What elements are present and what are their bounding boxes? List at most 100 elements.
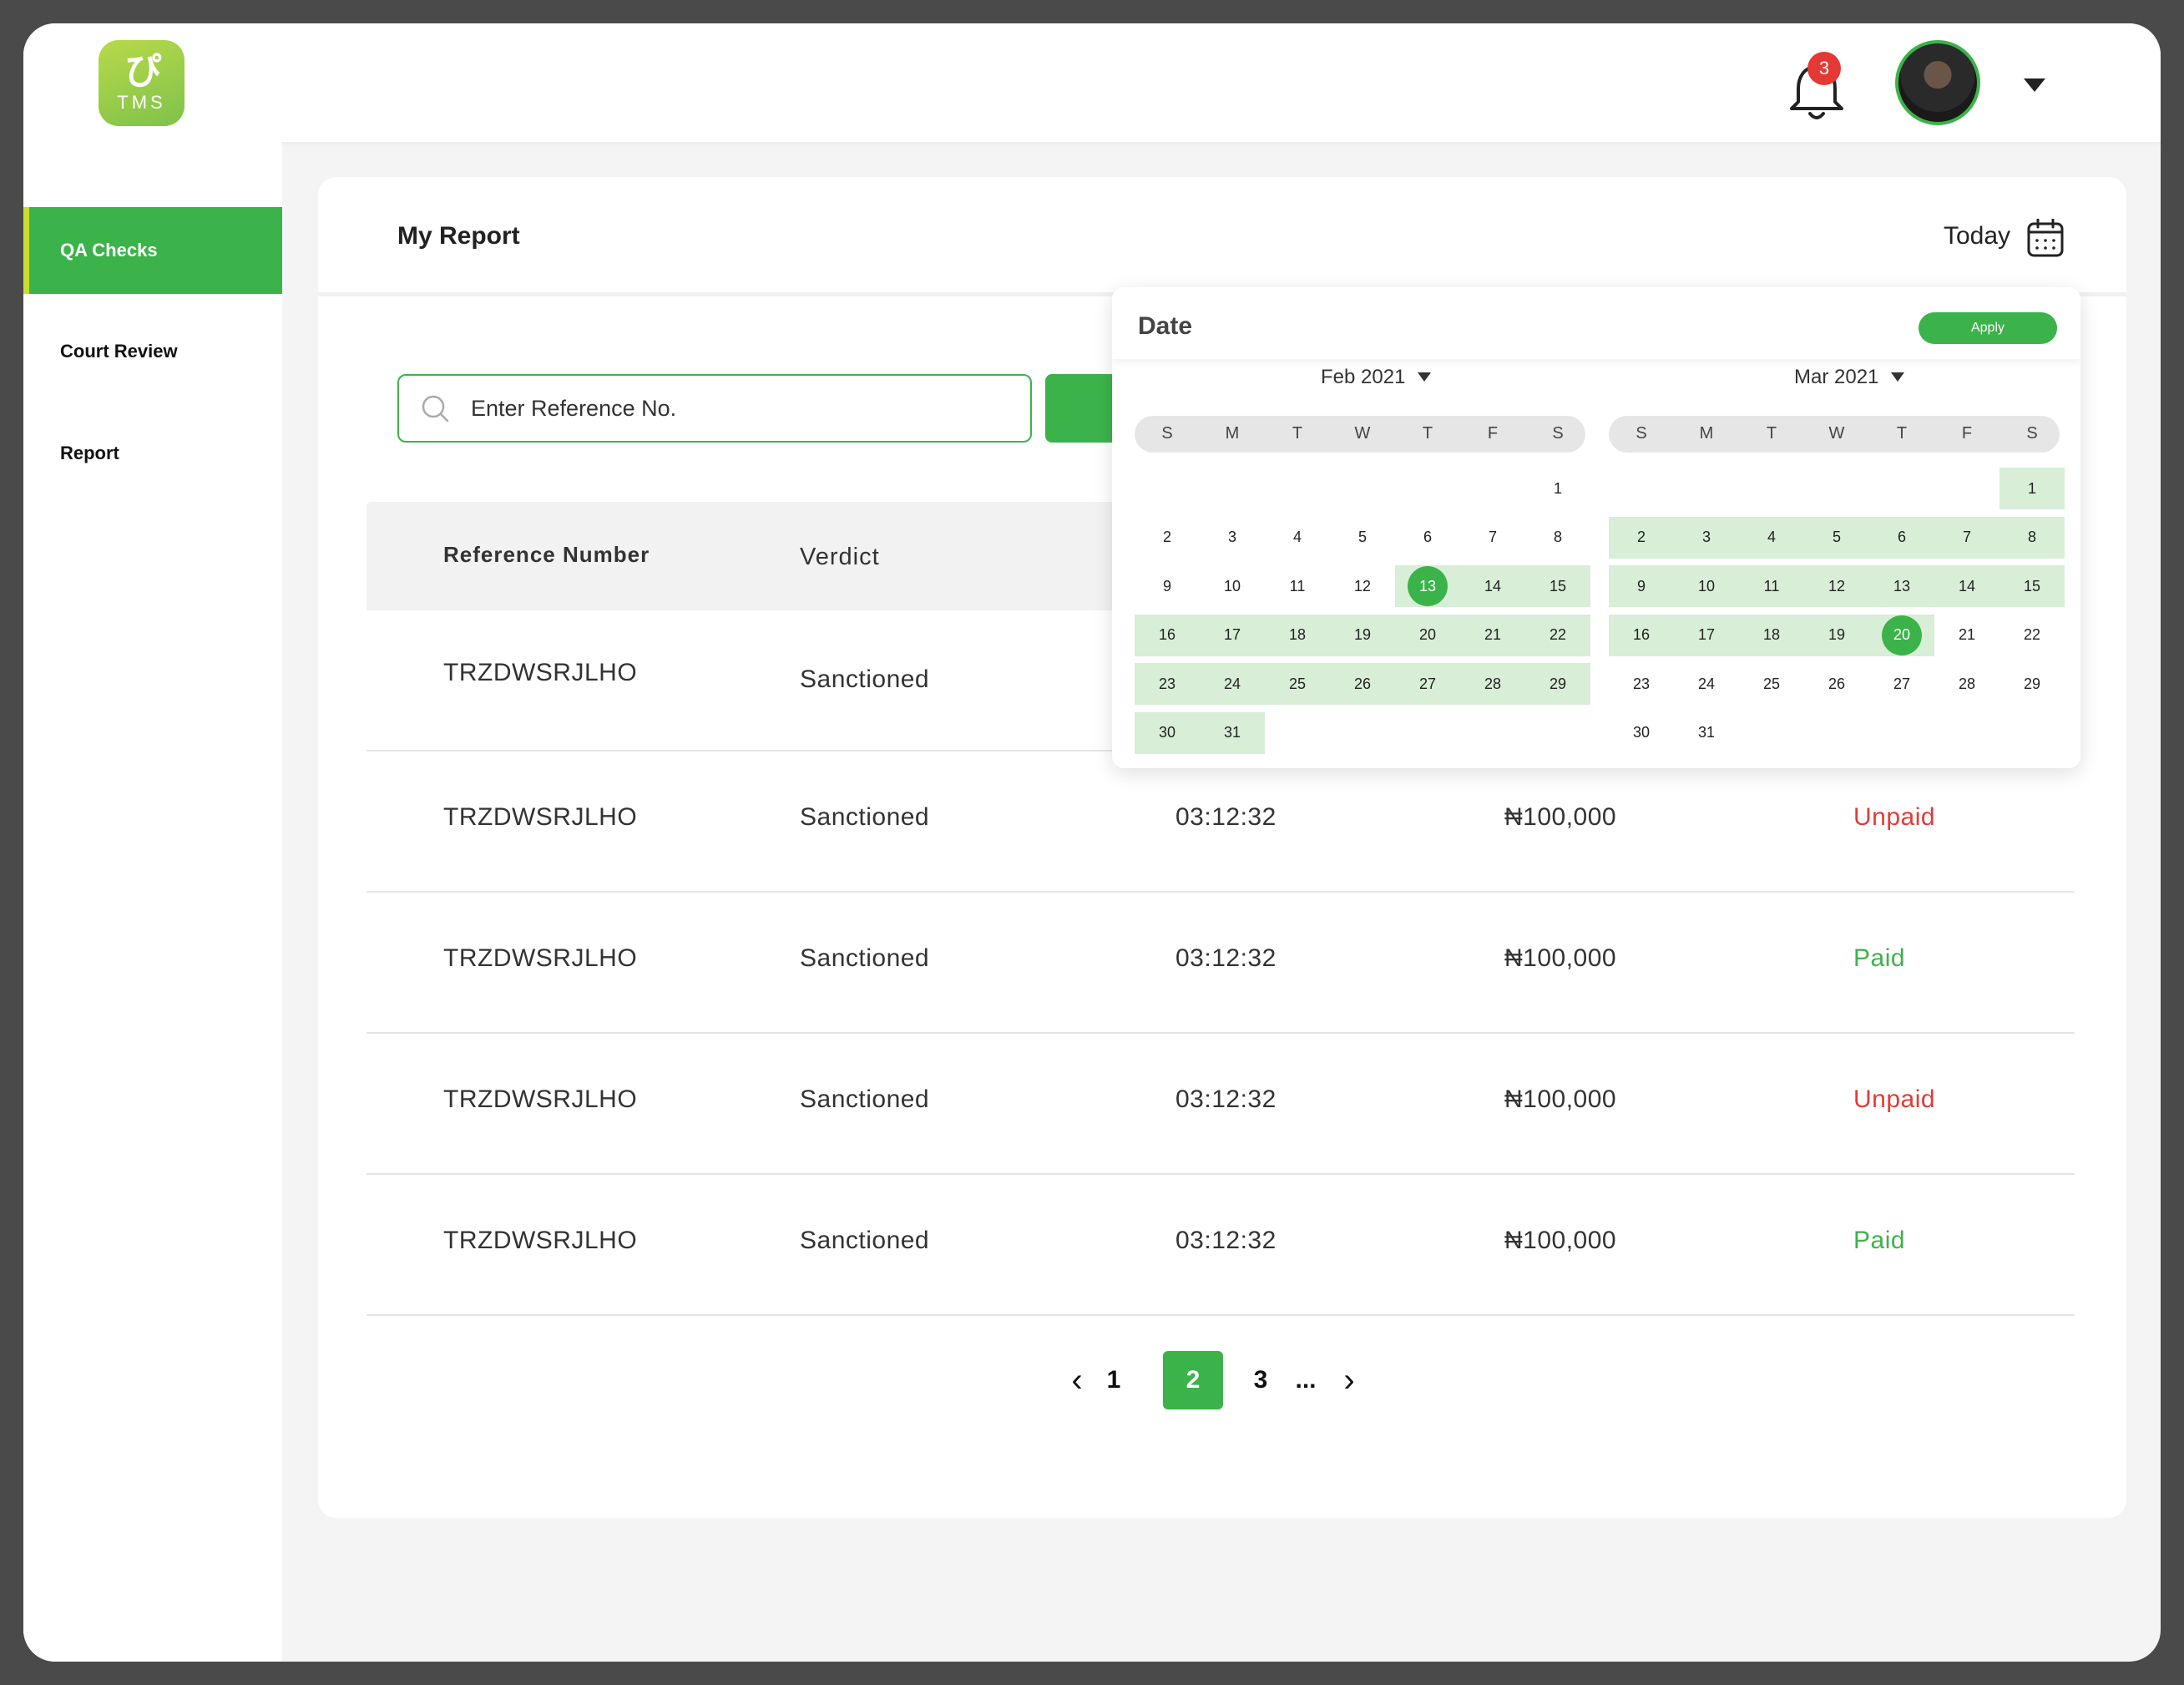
cell-time: 03:12:32 [1175, 1227, 1277, 1254]
page-button-1[interactable]: 1 [1101, 1351, 1126, 1409]
calendar-day[interactable]: 29 [1999, 663, 2065, 705]
calendar-day[interactable]: 23 [1135, 663, 1200, 705]
caret-down-icon[interactable] [2024, 78, 2045, 92]
table-row[interactable]: TRZDWSRJLHO Sanctioned 03:12:32 ₦100,000… [367, 893, 2075, 1034]
cell-verdict: Sanctioned [800, 665, 930, 693]
calendar-day[interactable]: 21 [1460, 614, 1525, 656]
calendar-day[interactable]: 8 [1525, 517, 1590, 559]
cell-amount: ₦100,000 [1504, 803, 1617, 831]
next-page-button[interactable]: › [1337, 1351, 1362, 1409]
cell-amount: ₦100,000 [1504, 944, 1617, 972]
calendar-day[interactable]: 26 [1330, 663, 1395, 705]
calendar-day[interactable]: 13 [1869, 565, 1934, 607]
calendar-day[interactable]: 25 [1739, 663, 1804, 705]
calendar-day[interactable]: 14 [1460, 565, 1525, 607]
calendar-day[interactable]: 29 [1525, 663, 1590, 705]
calendar-day[interactable]: 19 [1804, 614, 1869, 656]
search-field[interactable] [397, 374, 1032, 443]
table-row[interactable]: TRZDWSRJLHO Sanctioned 03:12:32 ₦100,000… [367, 1034, 2075, 1175]
calendar-day[interactable]: 2 [1135, 517, 1200, 559]
calendar-day[interactable]: 12 [1804, 565, 1869, 607]
weekday-label: M [1699, 424, 1714, 443]
calendar-day[interactable]: 8 [1999, 516, 2065, 559]
calendar-day[interactable]: 18 [1265, 614, 1330, 656]
calendar-day[interactable]: 10 [1674, 565, 1739, 607]
calendar-day[interactable]: 19 [1330, 614, 1395, 656]
month-label[interactable]: Mar 2021 [1794, 366, 1878, 389]
calendar-day[interactable]: 31 [1200, 711, 1265, 754]
calendar-day[interactable]: 20 [1869, 614, 1934, 656]
table-row[interactable]: TRZDWSRJLHO Sanctioned 03:12:32 ₦100,000… [367, 751, 2075, 893]
calendar-day[interactable]: 7 [1934, 516, 1999, 559]
cell-reference: TRZDWSRJLHO [443, 1227, 638, 1254]
caret-down-icon[interactable] [1418, 372, 1431, 382]
page-button-2[interactable]: 2 [1163, 1351, 1223, 1409]
tms-logo[interactable]: ぴ TMS [99, 40, 185, 126]
calendar-day[interactable]: 11 [1265, 565, 1330, 607]
table-row[interactable]: TRZDWSRJLHO Sanctioned 03:12:32 ₦100,000… [367, 1175, 2075, 1316]
calendar-day[interactable]: 18 [1739, 614, 1804, 656]
sidebar-item-qa-checks[interactable]: QA Checks [23, 207, 282, 294]
calendar-day[interactable]: 20 [1395, 614, 1460, 656]
calendar-day[interactable]: 28 [1934, 663, 1999, 705]
calendar-day[interactable]: 15 [1525, 565, 1590, 607]
calendar-day[interactable]: 27 [1869, 663, 1934, 705]
date-filter-label[interactable]: Today [1944, 222, 2010, 250]
cell-reference: TRZDWSRJLHO [443, 944, 638, 972]
sidebar-item-court-review[interactable]: Court Review [23, 308, 282, 395]
calendar-day[interactable]: 26 [1804, 663, 1869, 705]
calendar-day[interactable]: 6 [1395, 517, 1460, 559]
calendar-day[interactable]: 12 [1330, 565, 1395, 607]
calendar-day[interactable]: 21 [1934, 615, 1999, 656]
calendar-day[interactable]: 14 [1934, 565, 1999, 607]
calendar-day[interactable]: 17 [1200, 614, 1265, 656]
calendar-day[interactable]: 1 [1525, 468, 1590, 509]
user-avatar[interactable] [1895, 40, 1980, 125]
calendar-day[interactable]: 4 [1739, 516, 1804, 559]
calendar-day[interactable]: 16 [1135, 614, 1200, 656]
calendar-day[interactable]: 5 [1330, 517, 1395, 559]
calendar-day[interactable]: 24 [1200, 663, 1265, 705]
calendar-day[interactable]: 28 [1460, 663, 1525, 705]
weekday-label: T [1896, 424, 1908, 443]
caret-down-icon[interactable] [1891, 372, 1904, 382]
calendar-day[interactable]: 5 [1804, 516, 1869, 559]
cell-verdict: Sanctioned [800, 944, 930, 972]
calendar-day[interactable]: 22 [1999, 615, 2065, 656]
calendar-day[interactable]: 11 [1739, 565, 1804, 607]
cell-verdict: Sanctioned [800, 1227, 930, 1254]
month-label[interactable]: Feb 2021 [1321, 366, 1405, 389]
status-label: Unpaid [1853, 803, 1936, 831]
calendar-day[interactable]: 3 [1674, 516, 1739, 559]
calendar-day[interactable]: 30 [1135, 711, 1200, 754]
calendar-day[interactable]: 9 [1609, 565, 1674, 607]
page-button-3[interactable]: 3 [1248, 1351, 1273, 1409]
calendar-day[interactable]: 4 [1265, 517, 1330, 559]
apply-button[interactable]: Apply [1919, 312, 2057, 344]
weekday-header: SMTWTFS [1609, 416, 2060, 453]
calendar-day[interactable]: 25 [1265, 663, 1330, 705]
calendar-day[interactable]: 30 [1609, 712, 1674, 754]
calendar-icon[interactable] [2027, 219, 2064, 257]
calendar-day[interactable]: 10 [1200, 565, 1265, 607]
calendar-day[interactable]: 16 [1609, 614, 1674, 656]
calendar-day[interactable]: 24 [1674, 663, 1739, 705]
calendar-day[interactable]: 7 [1460, 517, 1525, 559]
prev-page-button[interactable]: ‹ [1064, 1351, 1089, 1409]
calendar-day[interactable]: 9 [1135, 565, 1200, 607]
calendar-day[interactable]: 6 [1869, 516, 1934, 559]
top-header: ぴ TMS 3 [23, 23, 2161, 142]
calendar-day[interactable]: 22 [1525, 614, 1590, 656]
calendar-day[interactable]: 15 [1999, 565, 2065, 607]
calendar-day[interactable]: 27 [1395, 663, 1460, 705]
calendar-day[interactable]: 2 [1609, 516, 1674, 559]
search-input[interactable] [471, 395, 972, 422]
calendar-day[interactable]: 23 [1609, 663, 1674, 705]
cell-time: 03:12:32 [1175, 1085, 1277, 1113]
sidebar-item-report[interactable]: Report [23, 410, 282, 497]
calendar-day[interactable]: 17 [1674, 614, 1739, 656]
calendar-day[interactable]: 1 [1999, 468, 2065, 509]
calendar-day[interactable]: 3 [1200, 517, 1265, 559]
calendar-day[interactable]: 31 [1674, 712, 1739, 754]
calendar-day[interactable]: 13 [1395, 565, 1460, 607]
